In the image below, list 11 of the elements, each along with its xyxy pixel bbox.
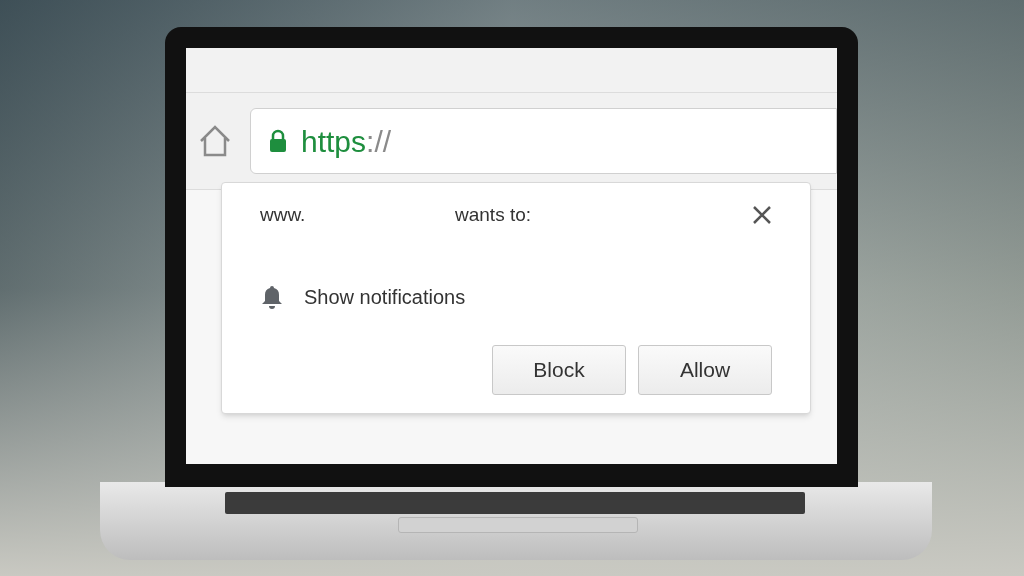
site-text: www.: [260, 203, 307, 227]
url-text: https://: [301, 123, 392, 160]
prompt-button[interactable]: Block: [492, 345, 626, 395]
address-bar[interactable]: https://: [250, 108, 837, 174]
lock-icon: [269, 129, 287, 153]
bell-icon: [260, 283, 284, 310]
request-text: wants to:: [455, 203, 533, 227]
close-icon[interactable]: [752, 205, 772, 226]
prompt-button[interactable]: Allow: [638, 345, 772, 395]
home-icon[interactable]: [198, 124, 232, 158]
permission-text: Show notifications: [304, 284, 466, 310]
